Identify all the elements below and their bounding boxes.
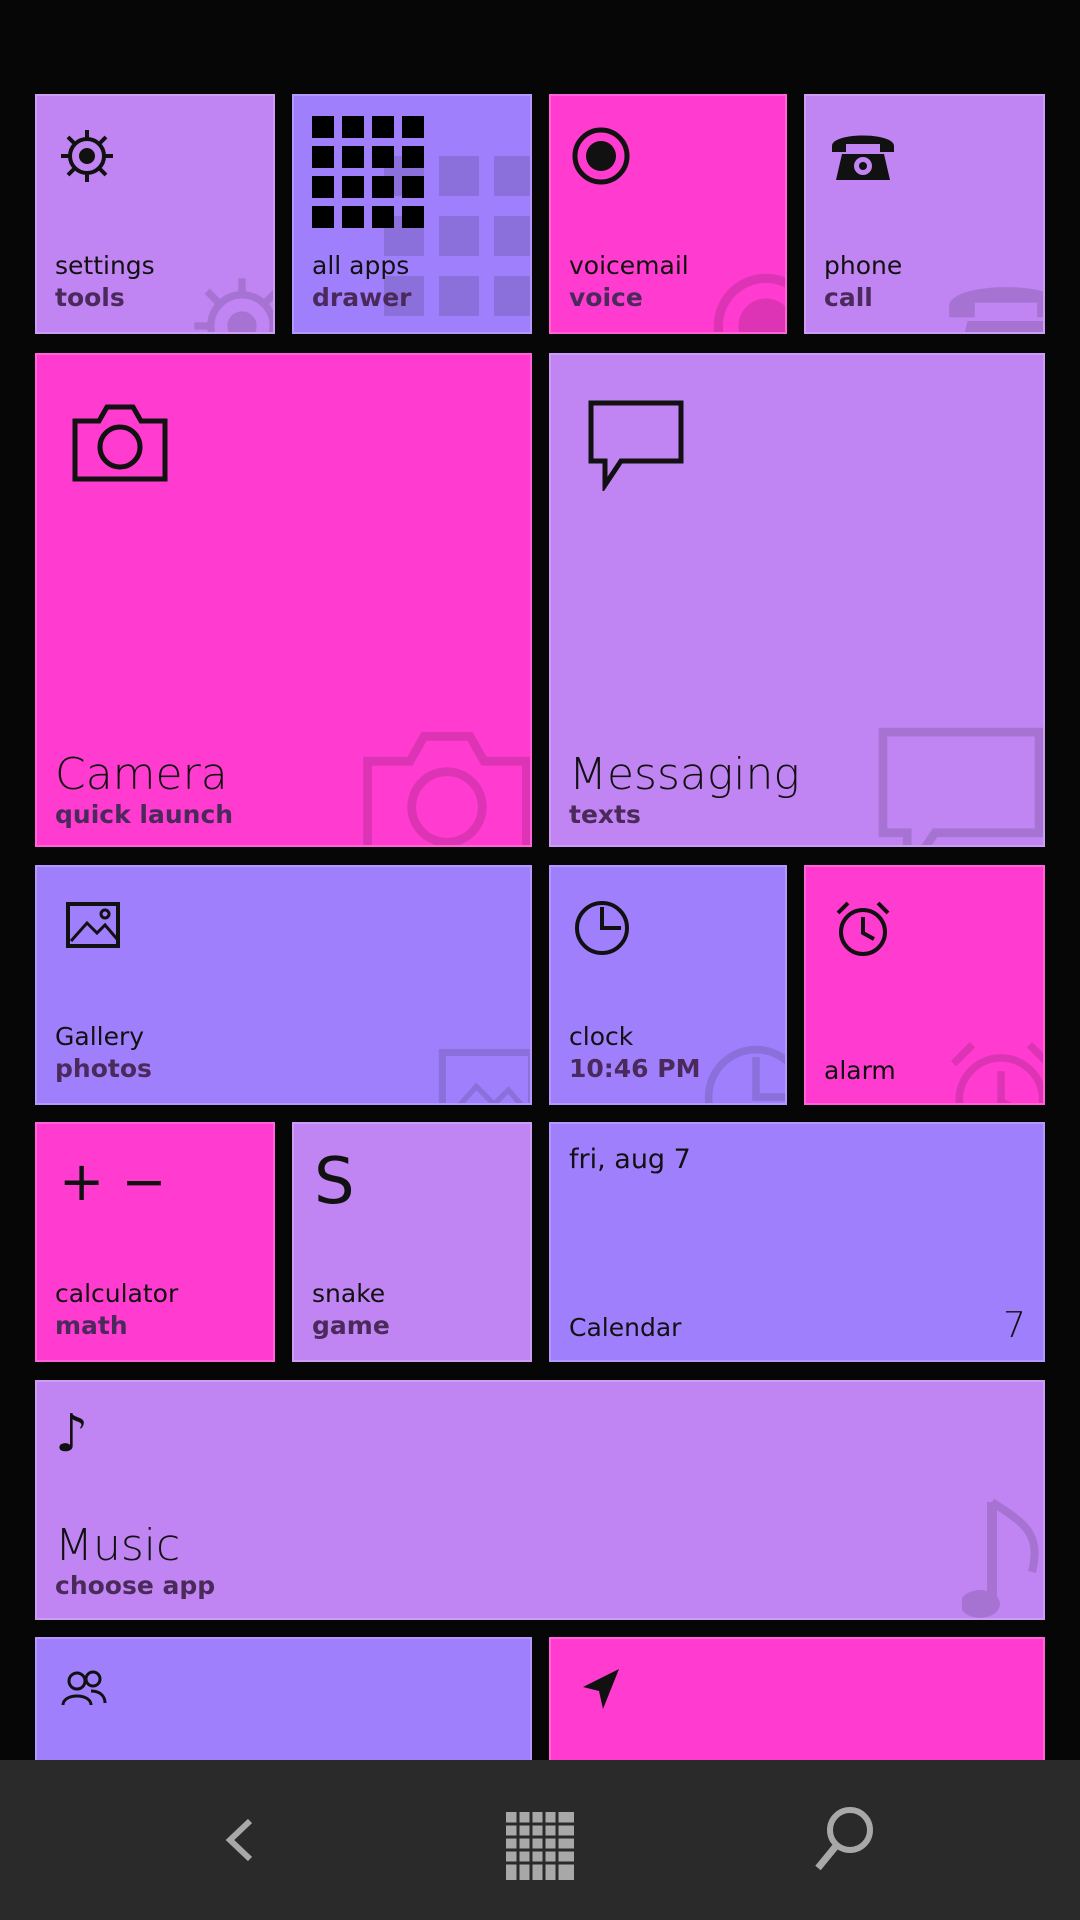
navigation-bar (0, 1760, 1080, 1920)
tile-calculator[interactable]: + − calculator math (35, 1122, 275, 1362)
tile-title: phone (824, 251, 903, 280)
clock-icon (573, 899, 631, 957)
tile-title: alarm (824, 1056, 896, 1085)
search-icon (815, 1807, 873, 1871)
tile-subtitle: math (55, 1311, 128, 1340)
alarm-clock-icon (834, 899, 892, 959)
tile-subtitle: voice (569, 283, 643, 312)
calendar-day-number: 7 (1003, 1305, 1026, 1346)
plus-minus-icon: + − (59, 1150, 167, 1213)
navigation-arrow-icon (579, 1667, 623, 1711)
camera-ghost-icon (357, 725, 530, 845)
tile-title: clock (569, 1022, 634, 1051)
tile-title: calculator (55, 1279, 179, 1308)
chat-bubble-icon (587, 399, 685, 491)
tile-subtitle: game (312, 1311, 390, 1340)
tile-subtitle: photos (55, 1054, 152, 1083)
tile-alarm[interactable]: alarm (804, 865, 1045, 1105)
people-icon (61, 1669, 107, 1709)
chat-bubble-ghost-icon (876, 725, 1043, 845)
tile-messaging[interactable]: Messaging texts (549, 353, 1045, 847)
picture-icon (65, 901, 121, 949)
tile-clock[interactable]: clock 10:46 PM (549, 865, 787, 1105)
tile-subtitle: call (824, 283, 873, 312)
tile-title: Music (55, 1520, 181, 1571)
alarm-clock-ghost-icon (946, 1037, 1043, 1103)
tile-title: settings (55, 251, 155, 280)
tile-title: Camera (55, 749, 228, 800)
music-note-icon: ♪ (55, 1404, 89, 1464)
telephone-ghost-icon (941, 266, 1043, 332)
picture-ghost-icon (437, 1047, 530, 1103)
tile-title: Messaging (569, 749, 800, 800)
music-note-ghost-icon (962, 1492, 1043, 1618)
tile-subtitle: quick launch (55, 800, 234, 829)
tile-all-apps[interactable]: all apps drawer (292, 94, 532, 334)
tile-phone[interactable]: phone call (804, 94, 1045, 334)
clock-ghost-icon (701, 1042, 785, 1103)
tile-title: Gallery (55, 1022, 145, 1051)
camera-icon (69, 401, 171, 485)
back-icon (225, 1818, 253, 1862)
tile-gallery[interactable]: Gallery photos (35, 865, 532, 1105)
tile-subtitle: texts (569, 800, 641, 829)
grid-icon (506, 1812, 574, 1880)
gear-ghost-icon (187, 271, 273, 332)
tile-people[interactable] (35, 1637, 532, 1767)
tile-settings[interactable]: settings tools (35, 94, 275, 334)
calendar-date: fri, aug 7 (569, 1144, 691, 1175)
tile-camera[interactable]: Camera quick launch (35, 353, 532, 847)
tile-subtitle: 10:46 PM (569, 1054, 701, 1083)
tile-title: Calendar (569, 1313, 682, 1342)
tile-maps[interactable] (549, 1637, 1045, 1767)
record-ghost-icon (711, 271, 785, 332)
tile-music[interactable]: ♪ Music choose app (35, 1380, 1045, 1620)
snake-icon: S (314, 1145, 355, 1219)
home-button[interactable] (360, 1760, 720, 1920)
tile-title: snake (312, 1279, 386, 1308)
tile-title: all apps (312, 251, 410, 280)
tile-snake[interactable]: S snake game (292, 1122, 532, 1362)
telephone-icon (828, 124, 898, 184)
tile-subtitle: choose app (55, 1571, 216, 1600)
tile-subtitle: tools (55, 283, 125, 312)
search-button[interactable] (720, 1760, 1080, 1920)
tile-title: voicemail (569, 251, 689, 280)
record-icon (571, 126, 631, 186)
gear-icon (57, 126, 117, 186)
tile-calendar[interactable]: fri, aug 7 Calendar 7 (549, 1122, 1045, 1362)
tile-subtitle: drawer (312, 283, 412, 312)
tile-voicemail[interactable]: voicemail voice (549, 94, 787, 334)
app-grid-icon (312, 116, 424, 228)
